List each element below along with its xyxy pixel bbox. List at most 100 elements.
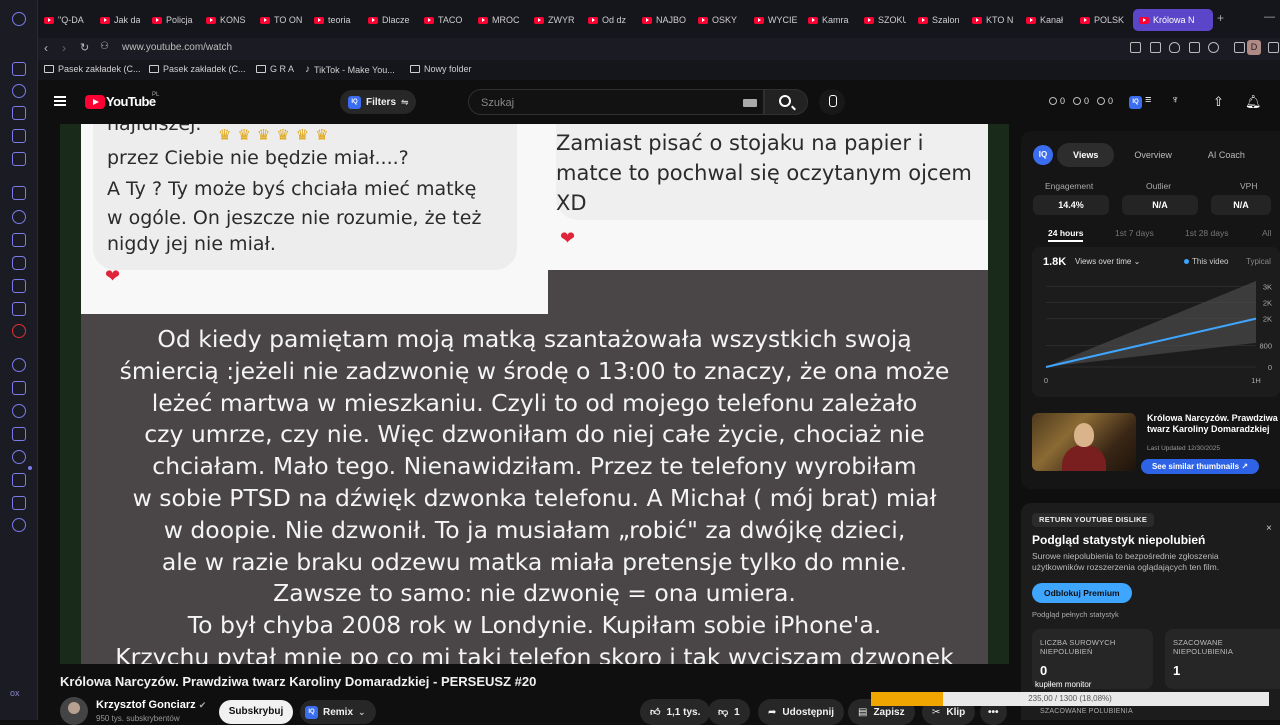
browser-tab[interactable]: Szalon bbox=[918, 9, 962, 31]
subscribe-button[interactable]: Subskrybuj bbox=[219, 700, 293, 724]
browser-tab[interactable]: SZOKU bbox=[864, 9, 906, 31]
channel-avatar[interactable] bbox=[60, 697, 88, 725]
browser-tab[interactable]: KTO N bbox=[972, 9, 1016, 31]
history-icon[interactable] bbox=[12, 450, 26, 464]
search-input[interactable]: Szukaj bbox=[468, 89, 764, 115]
range-24h[interactable]: 24 hours bbox=[1048, 228, 1084, 242]
browser-tab[interactable]: POLSK bbox=[1080, 9, 1126, 31]
trophy-icon[interactable]: ♆ bbox=[1171, 94, 1179, 106]
extensions-icon[interactable] bbox=[12, 496, 26, 510]
range-7d[interactable]: 1st 7 days bbox=[1115, 228, 1154, 238]
send-icon[interactable] bbox=[12, 381, 26, 395]
twitch-icon[interactable] bbox=[12, 186, 26, 200]
browser-tab[interactable]: "Q-DA bbox=[44, 9, 88, 31]
close-icon[interactable]: × bbox=[1266, 523, 1272, 534]
browser-tab[interactable]: ZWYR bbox=[534, 9, 576, 31]
profile-avatar[interactable]: D bbox=[1247, 40, 1261, 55]
browser-tab[interactable]: Od dz bbox=[588, 9, 630, 31]
video-player[interactable]: najlulszej. ♛♛♛♛♛♛ przez Ciebie nie będz… bbox=[60, 124, 1009, 664]
tab-views[interactable]: Views bbox=[1057, 143, 1115, 167]
browser-tab[interactable]: teoria bbox=[314, 9, 356, 31]
like-button[interactable]: 👍︎ 1,1 tys. bbox=[640, 699, 711, 725]
browser-tab[interactable]: Dlacze bbox=[368, 9, 412, 31]
new-tab-button[interactable]: + bbox=[1217, 11, 1224, 25]
screenshot-icon[interactable] bbox=[1150, 42, 1161, 53]
discord-icon[interactable] bbox=[12, 302, 26, 316]
browser-tab[interactable]: NAJBO bbox=[642, 9, 688, 31]
remix-button[interactable]: IQ Remix ⌄ bbox=[300, 700, 376, 724]
shield-icon[interactable] bbox=[1169, 42, 1180, 53]
youtube-logo-text[interactable]: YouTube bbox=[106, 94, 156, 109]
heart-extension-icon[interactable] bbox=[1208, 42, 1219, 53]
browser-sidebar: ox bbox=[0, 0, 38, 720]
unlock-premium-button[interactable]: Odblokuj Premium bbox=[1032, 583, 1132, 603]
browser-tab[interactable]: Kamra bbox=[808, 9, 852, 31]
box-label: SZACOWANE NIEPOLUBIENIA bbox=[1173, 638, 1234, 656]
bookmark-folder[interactable]: Nowy folder bbox=[410, 64, 472, 74]
instagram-icon[interactable] bbox=[12, 256, 26, 270]
keyboard-icon[interactable] bbox=[743, 99, 757, 107]
recorder-icon[interactable] bbox=[12, 324, 26, 338]
forward-icon[interactable]: › bbox=[62, 41, 66, 55]
lab-icon[interactable] bbox=[12, 106, 26, 120]
list-icon[interactable]: ≡ bbox=[1145, 94, 1151, 106]
reload-icon[interactable]: ↻ bbox=[80, 41, 89, 54]
settings-icon[interactable] bbox=[12, 518, 26, 532]
range-all[interactable]: All bbox=[1262, 228, 1271, 238]
tab-overview[interactable]: Overview bbox=[1118, 143, 1188, 167]
bookmark-folder[interactable]: Pasek zakładek (C... bbox=[44, 64, 141, 74]
similar-thumbnails-button[interactable]: See similar thumbnails ↗ bbox=[1141, 459, 1259, 474]
download-extension-icon[interactable] bbox=[1268, 42, 1279, 53]
browser-tab[interactable]: MROC bbox=[478, 9, 522, 31]
dislike-button[interactable]: 👎︎ 1 bbox=[708, 699, 750, 725]
browser-tab[interactable]: KONS bbox=[206, 9, 248, 31]
refresh-icon[interactable] bbox=[12, 84, 26, 98]
browser-tab[interactable]: Jak da bbox=[100, 9, 140, 31]
youtube-logo-icon[interactable] bbox=[85, 95, 105, 109]
filters-button[interactable]: IQ Filters ⇋ bbox=[340, 90, 416, 114]
browser-tab[interactable]: WYCIE bbox=[754, 9, 798, 31]
video-thumbnail[interactable] bbox=[1032, 413, 1136, 471]
thumbnail-face bbox=[1074, 423, 1094, 447]
site-info-icon[interactable]: ⚇ bbox=[100, 41, 109, 52]
browser-tab[interactable]: TACO bbox=[424, 9, 466, 31]
download-icon[interactable] bbox=[12, 473, 26, 487]
browser-tab[interactable]: Policja bbox=[152, 9, 194, 31]
messenger-icon[interactable] bbox=[12, 210, 26, 224]
menu-icon[interactable] bbox=[54, 96, 66, 106]
iq-icon[interactable]: IQ bbox=[1129, 96, 1142, 109]
extensions-puzzle-icon[interactable] bbox=[1234, 42, 1245, 53]
share-button[interactable]: ➦ Udostępnij bbox=[758, 699, 845, 725]
notifications-icon[interactable]: 🔔︎ bbox=[1245, 94, 1262, 110]
channel-name[interactable]: Krzysztof Gonciarz ✔ bbox=[96, 699, 206, 711]
wallet-icon[interactable] bbox=[12, 427, 26, 441]
full-stats-link[interactable]: Podgląd pełnych statystyk bbox=[1032, 610, 1119, 619]
bookmark-folder[interactable]: Pasek zakładek (C... bbox=[149, 64, 246, 74]
tab-ai-coach[interactable]: AI Coach bbox=[1192, 143, 1261, 167]
games-icon[interactable] bbox=[12, 129, 26, 143]
spotify-icon[interactable] bbox=[12, 358, 26, 372]
minimize-icon[interactable]: — bbox=[1264, 11, 1275, 23]
bookmark-page-icon[interactable] bbox=[1130, 42, 1141, 53]
range-28d[interactable]: 1st 28 days bbox=[1185, 228, 1228, 238]
search-button[interactable] bbox=[764, 89, 808, 115]
sidebar-panel-icon[interactable] bbox=[12, 62, 26, 76]
video-frame[interactable]: najlulszej. ♛♛♛♛♛♛ przez Ciebie nie będz… bbox=[81, 124, 988, 664]
heart-icon[interactable] bbox=[12, 404, 26, 418]
browser-tab[interactable]: Kanał bbox=[1026, 9, 1070, 31]
back-icon[interactable]: ‹ bbox=[44, 41, 48, 55]
telegram-icon[interactable] bbox=[12, 233, 26, 247]
messenger-app-icon[interactable] bbox=[12, 152, 26, 166]
x-twitter-icon[interactable] bbox=[12, 279, 26, 293]
browser-tab-active[interactable]: Królowa N bbox=[1133, 9, 1213, 31]
bookmark-link[interactable]: ♪ TikTok - Make You... bbox=[305, 64, 395, 75]
url-field[interactable]: www.youtube.com/watch bbox=[122, 42, 232, 53]
play-extension-icon[interactable] bbox=[1189, 42, 1200, 53]
iq-logo-icon[interactable]: IQ bbox=[1033, 145, 1053, 165]
bookmark-folder[interactable]: G R A bbox=[256, 64, 294, 74]
voice-search-button[interactable] bbox=[819, 89, 845, 115]
browser-tab[interactable]: TO ON bbox=[260, 9, 302, 31]
browser-tab[interactable]: OSKY bbox=[698, 9, 738, 31]
browser-logo-icon[interactable] bbox=[12, 12, 26, 26]
upload-icon[interactable]: ⇧ bbox=[1213, 94, 1224, 110]
